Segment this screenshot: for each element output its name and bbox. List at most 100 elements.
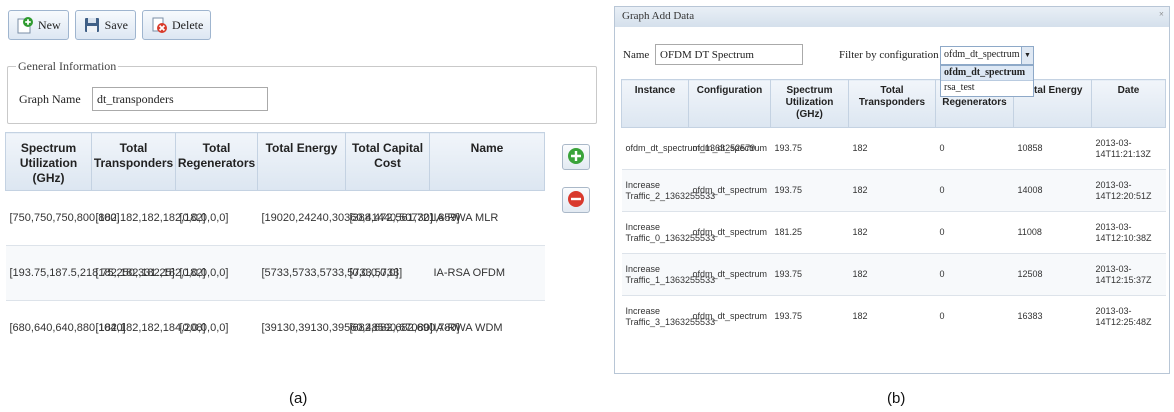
table-cell: ofdm_dt_spectrum: [688, 253, 771, 296]
table-row[interactable]: [680,640,640,880,1040] [182,182,182,184,…: [5, 300, 545, 356]
column-header[interactable]: Total Energy: [257, 132, 346, 191]
table-cell: [750,750,750,800,800]: [5, 190, 120, 246]
table-cell: 181.25: [770, 211, 849, 254]
table-cell: 193.75: [770, 127, 849, 170]
table-cell: 182: [848, 211, 936, 254]
add-icon: [567, 147, 585, 168]
column-header[interactable]: Configuration: [688, 79, 771, 128]
table-cell: IA-RWA MLR: [429, 190, 545, 246]
graph-name-input[interactable]: [92, 87, 268, 111]
table-cell: ofdm_dt_spectrum: [688, 211, 771, 254]
dialog-title-bar: Graph Add Data ×: [615, 7, 1169, 27]
column-header[interactable]: Total Regenerators: [175, 132, 258, 191]
save-button-label: Save: [104, 17, 128, 32]
table-row[interactable]: Increase Traffic_0_1363255533 ofdm_dt_sp…: [621, 211, 1166, 254]
save-button[interactable]: Save: [74, 10, 136, 40]
table-cell: 182: [848, 169, 936, 212]
table-cell: 193.75: [770, 253, 849, 296]
dropdown-option[interactable]: ofdm_dt_spectrum: [941, 66, 1033, 81]
table-cell: [182,182,182,182,182]: [91, 245, 206, 301]
table-header-row: Spectrum Utilization (GHz) Total Transpo…: [5, 132, 545, 191]
new-button-label: New: [38, 17, 61, 32]
column-header[interactable]: Date: [1091, 79, 1166, 128]
general-information-group: General Information Graph Name: [7, 59, 597, 124]
table-cell: 0: [935, 169, 1014, 212]
graph-add-data-dialog: Graph Add Data × Name Filter by configur…: [614, 6, 1170, 374]
table-cell: IA-RSA OFDM: [429, 245, 545, 301]
remove-row-button[interactable]: [562, 187, 590, 213]
table-cell: ofdm_dt_spectrum_1363252579: [621, 127, 755, 170]
caption-b: (b): [887, 390, 906, 407]
table-cell: ofdm_dt_spectrum: [688, 169, 771, 212]
add-row-button[interactable]: [562, 144, 590, 170]
close-icon[interactable]: ×: [1159, 9, 1164, 19]
chevron-down-icon[interactable]: ▼: [1021, 47, 1033, 64]
table-cell: 14008: [1013, 169, 1092, 212]
table-cell: [5733,5733,5733,5733,5733]: [257, 245, 402, 301]
table-row[interactable]: Increase Traffic_3_1363255533 ofdm_dt_sp…: [621, 295, 1166, 338]
table-cell: Increase Traffic_1_1363255533: [621, 253, 715, 296]
table-cell: [182,182,182,184,208]: [91, 300, 206, 356]
column-header[interactable]: Spectrum Utilization (GHz): [5, 132, 92, 191]
table-cell: 0: [935, 253, 1014, 296]
table-cell: 2013-03-14T12:10:38Z: [1091, 211, 1166, 254]
table-cell: [193.75,187.5,218.75,250,331.25]: [5, 245, 175, 301]
delete-button-label: Delete: [172, 17, 204, 32]
name-input[interactable]: [655, 44, 803, 65]
table-cell: 2013-03-14T12:25:48Z: [1091, 295, 1166, 338]
delete-button[interactable]: Delete: [142, 10, 212, 40]
table-cell: 0: [935, 211, 1014, 254]
name-label: Name: [623, 49, 650, 61]
table-row[interactable]: Increase Traffic_1_1363255533 ofdm_dt_sp…: [621, 253, 1166, 296]
table-row[interactable]: [750,750,750,800,800] [182,182,182,182,1…: [5, 190, 545, 246]
graph-name-label: Graph Name: [19, 92, 81, 106]
table-cell: 2013-03-14T12:15:37Z: [1091, 253, 1166, 296]
column-header[interactable]: Total Transponders: [848, 79, 936, 128]
general-information-legend: General Information: [16, 59, 119, 74]
table-row[interactable]: [193.75,187.5,218.75,250,331.25] [182,18…: [5, 245, 545, 301]
table-cell: 193.75: [770, 169, 849, 212]
table-cell: Increase Traffic_3_1363255533: [621, 295, 715, 338]
column-header[interactable]: Instance: [621, 79, 689, 128]
table-cell: [39130,39130,39560,48590,67080]: [257, 300, 433, 356]
filter-selected-value: ofdm_dt_spectrum: [944, 49, 1020, 60]
table-cell: [0,0,0,0,0]: [345, 245, 430, 301]
configuration-filter-select[interactable]: ofdm_dt_spectrum ▼: [940, 46, 1034, 65]
table-cell: 0: [935, 127, 1014, 170]
table-cell: [388,472,561,721,859]: [345, 190, 460, 246]
table-cell: 11008: [1013, 211, 1092, 254]
column-header[interactable]: Spectrum Utilization (GHz): [770, 79, 849, 128]
table-cell: 0: [935, 295, 1014, 338]
table-row[interactable]: Increase Traffic_2_1363255533 ofdm_dt_sp…: [621, 169, 1166, 212]
table-cell: 182: [848, 127, 936, 170]
results-table: Spectrum Utilization (GHz) Total Transpo…: [5, 132, 545, 356]
filter-label: Filter by configuration: [839, 49, 939, 61]
table-cell: 16383: [1013, 295, 1092, 338]
graph-editor-panel: New Save Delete General Information Grap…: [0, 0, 600, 380]
table-row[interactable]: ofdm_dt_spectrum_1363252579 ofdm_dt_spec…: [621, 127, 1166, 170]
column-header[interactable]: Name: [429, 132, 545, 191]
column-header[interactable]: Total Capital Cost: [345, 132, 430, 191]
table-cell: [0,0,0,0,0]: [175, 245, 258, 301]
table-cell: 2013-03-14T12:20:51Z: [1091, 169, 1166, 212]
table-cell: [682,682,682,690,780]: [345, 300, 460, 356]
new-button[interactable]: New: [8, 10, 69, 40]
floppy-disk-icon: [83, 16, 101, 34]
table-cell: IA-RWA WDM: [429, 300, 545, 356]
table-cell: [182,182,182,182,182]: [91, 190, 206, 246]
instances-table: Instance Configuration Spectrum Utilizat…: [621, 79, 1166, 338]
table-cell: 193.75: [770, 295, 849, 338]
column-header[interactable]: Total Transponders: [91, 132, 176, 191]
remove-icon: [567, 190, 585, 211]
delete-icon: [150, 16, 168, 34]
configuration-dropdown-list: ofdm_dt_spectrum rsa_test: [940, 65, 1034, 97]
dropdown-option[interactable]: rsa_test: [941, 81, 1033, 96]
new-icon: [16, 16, 34, 34]
table-cell: 182: [848, 253, 936, 296]
table-cell: Increase Traffic_0_1363255533: [621, 211, 715, 254]
dialog-title: Graph Add Data: [622, 10, 695, 22]
table-cell: 10858: [1013, 127, 1092, 170]
caption-a: (a): [289, 390, 308, 407]
table-cell: [0,0,0,0,0]: [175, 300, 258, 356]
table-cell: 182: [848, 295, 936, 338]
